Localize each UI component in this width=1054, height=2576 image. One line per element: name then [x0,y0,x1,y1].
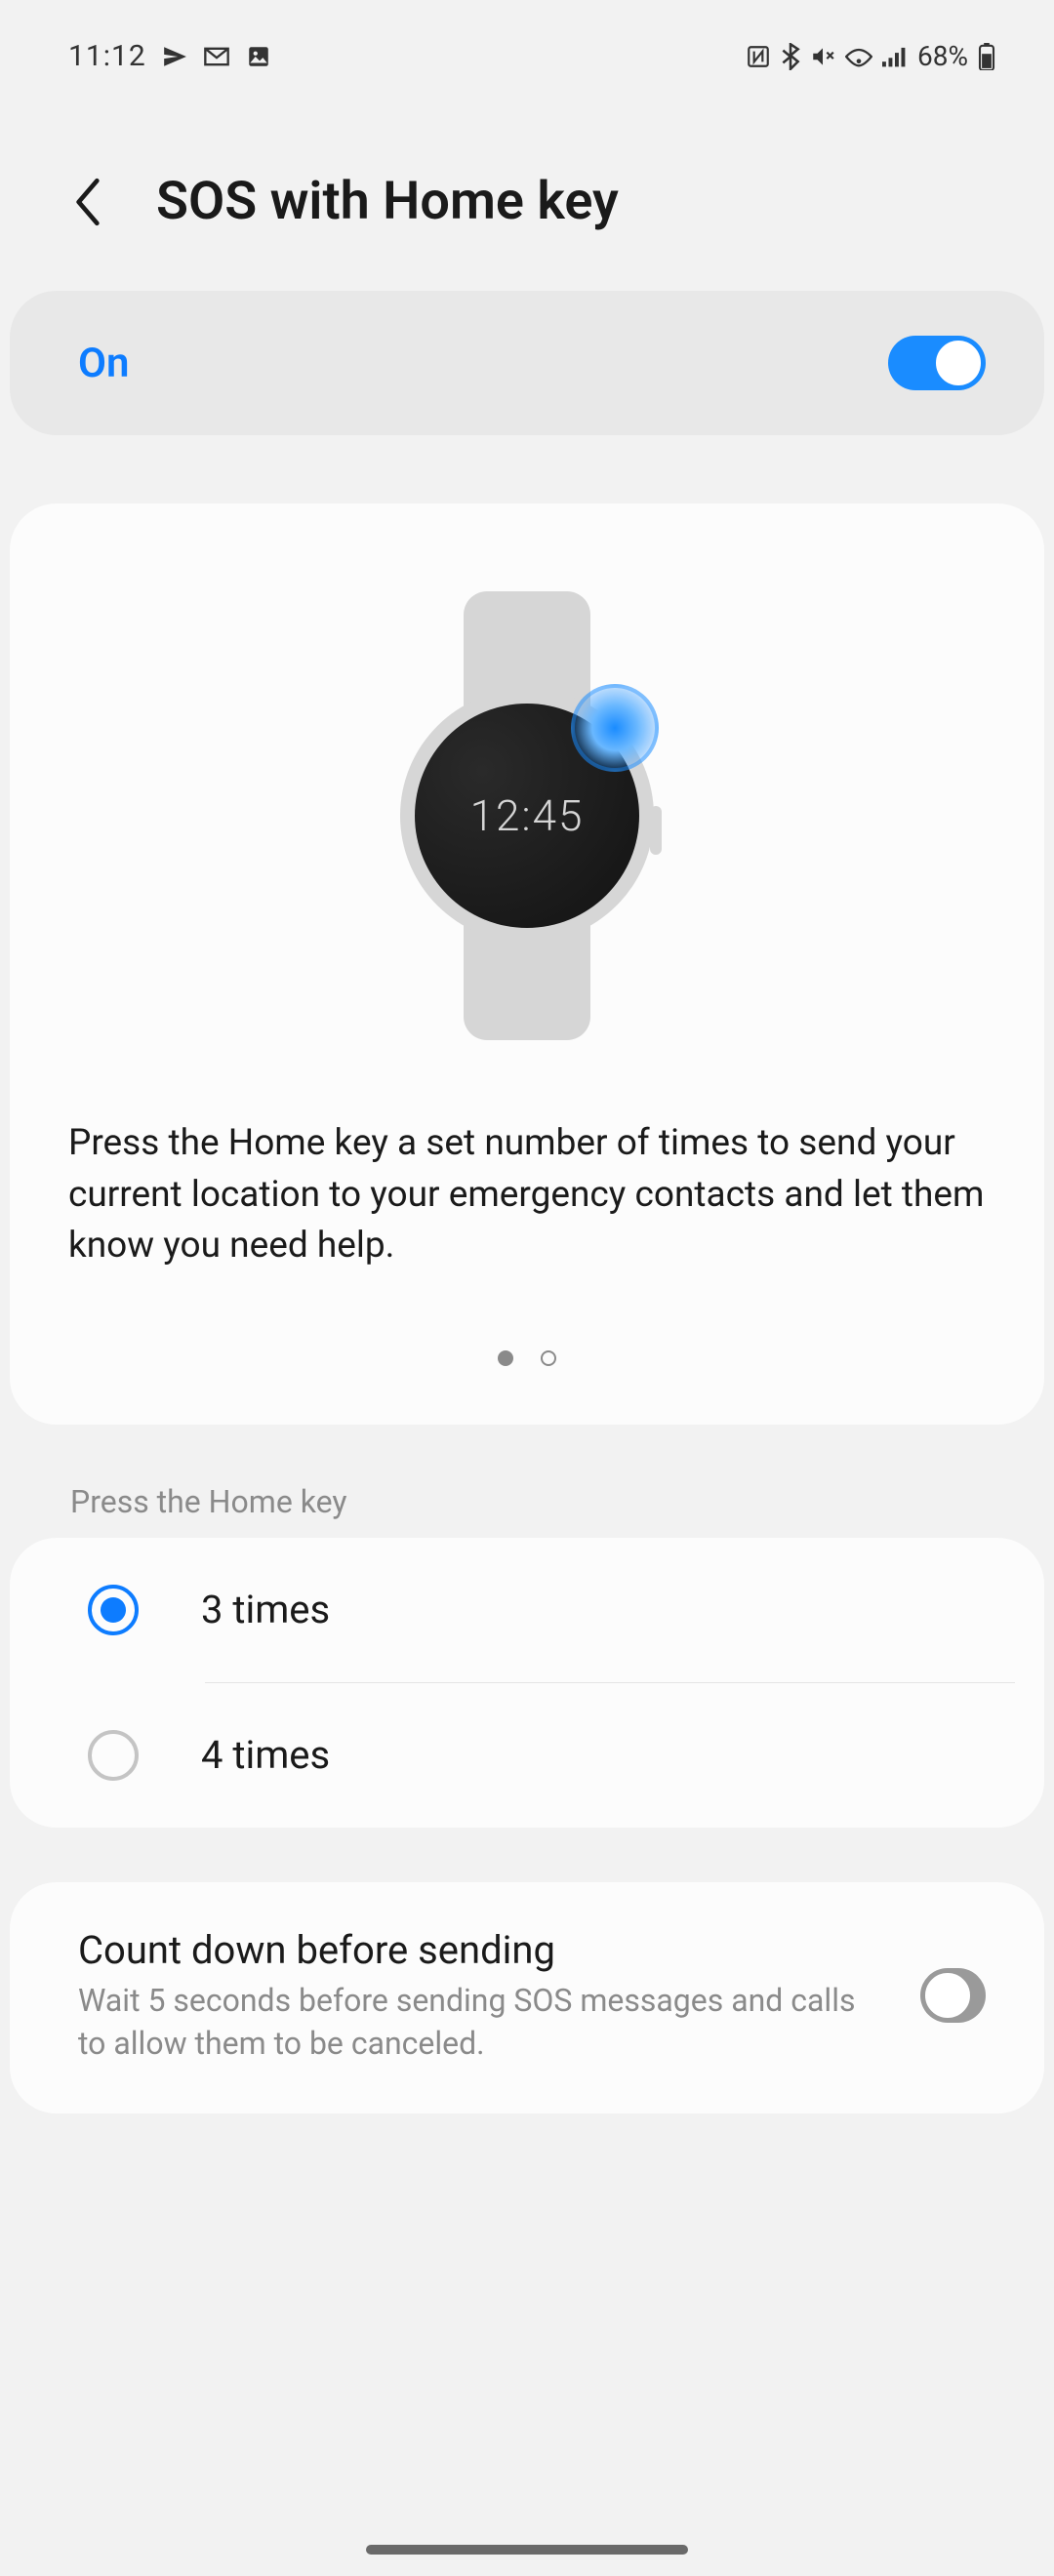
switch-thumb [934,339,983,387]
chevron-left-icon [68,175,107,229]
signal-icon [882,46,908,67]
image-icon [246,44,271,69]
wifi-icon [845,46,872,67]
pulse-icon [571,684,659,772]
mute-icon [810,44,835,69]
status-time: 11:12 [68,39,146,73]
send-icon [162,44,187,69]
master-toggle-label: On [78,340,129,387]
countdown-switch[interactable] [920,1968,986,2023]
radio-3-times[interactable] [88,1585,139,1635]
battery-icon [978,43,995,70]
countdown-text: Count down before sending Wait 5 seconds… [78,1927,881,2065]
master-toggle-switch[interactable] [888,336,986,390]
master-toggle-row[interactable]: On [10,291,1044,435]
back-button[interactable] [59,173,117,231]
option-3-times[interactable]: 3 times [10,1538,1044,1682]
watch-illustration: 12:45 [68,591,986,1040]
radio-label-4-times: 4 times [201,1732,330,1778]
press-section-header: Press the Home key [70,1483,1054,1520]
countdown-title: Count down before sending [78,1927,881,1973]
watch-time: 12:45 [470,790,585,841]
nfc-icon [746,44,771,69]
gmail-icon [203,46,230,67]
illustration-card: 12:45 Press the Home key a set number of… [10,503,1044,1425]
page-dot-2[interactable] [541,1350,556,1366]
radio-4-times[interactable] [88,1730,139,1781]
countdown-subtitle: Wait 5 seconds before sending SOS messag… [78,1979,881,2065]
status-bar: 11:12 68% [0,0,1054,93]
illustration-description: Press the Home key a set number of times… [68,1118,986,1272]
option-4-times[interactable]: 4 times [10,1683,1044,1828]
countdown-card[interactable]: Count down before sending Wait 5 seconds… [10,1882,1044,2113]
switch-thumb [923,1971,972,2020]
status-right: 68% [746,40,995,72]
page-indicator[interactable] [68,1350,986,1366]
battery-text: 68% [917,40,968,72]
press-options-card: 3 times 4 times [10,1538,1044,1828]
navigation-handle[interactable] [366,2545,688,2555]
page-header: SOS with Home key [0,93,1054,291]
radio-label-3-times: 3 times [201,1587,330,1632]
page-title: SOS with Home key [156,171,619,232]
bluetooth-icon [781,43,800,70]
page-dot-1[interactable] [498,1350,513,1366]
status-left: 11:12 [68,39,271,73]
